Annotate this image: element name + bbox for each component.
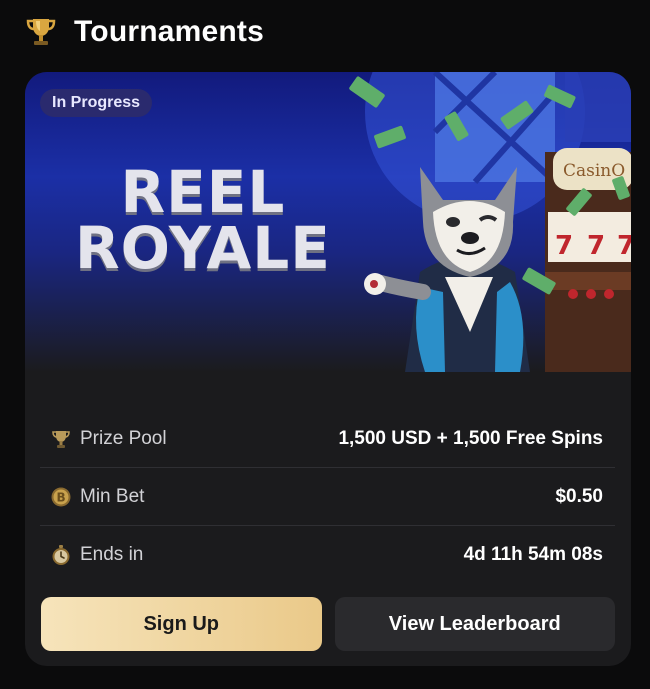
- detail-label: Ends in: [80, 543, 144, 565]
- bitcoin-coin-icon: B: [51, 487, 71, 506]
- detail-value: 1,500 USD + 1,500 Free Spins: [338, 427, 603, 449]
- svg-text:7: 7: [587, 231, 605, 261]
- detail-row-prize-pool: Prize Pool 1,500 USD + 1,500 Free Spins: [40, 410, 615, 468]
- machine-sign-text: CasinO: [563, 161, 625, 181]
- trophy-icon: [26, 19, 56, 45]
- status-badge: In Progress: [40, 89, 153, 117]
- svg-text:B: B: [57, 490, 66, 504]
- detail-value: $0.50: [555, 485, 603, 507]
- detail-row-ends-in: Ends in 4d 11h 54m 08s: [40, 526, 615, 583]
- title-line-1: REEL: [120, 158, 286, 226]
- svg-text:7: 7: [555, 231, 573, 261]
- card-actions: Sign Up View Leaderboard: [41, 597, 615, 651]
- detail-label: Prize Pool: [80, 427, 167, 449]
- sign-up-button[interactable]: Sign Up: [41, 597, 322, 651]
- detail-row-min-bet: B Min Bet $0.50: [40, 468, 615, 526]
- trophy-icon: [52, 430, 70, 448]
- page-title: Tournaments: [74, 15, 264, 48]
- view-leaderboard-button[interactable]: View Leaderboard: [334, 597, 615, 651]
- tournament-details: Prize Pool 1,500 USD + 1,500 Free Spins …: [40, 410, 615, 583]
- tournament-card[interactable]: CasinO 7 7 7 In Progress REEL ROYALE Pri…: [25, 72, 631, 666]
- svg-text:7: 7: [617, 231, 631, 261]
- stopwatch-icon: [52, 544, 70, 565]
- page-header: Tournaments: [24, 12, 264, 52]
- detail-value: 4d 11h 54m 08s: [463, 543, 603, 565]
- tournament-title: REEL ROYALE: [75, 158, 331, 282]
- title-line-2: ROYALE: [75, 214, 331, 282]
- detail-label: Min Bet: [80, 485, 145, 507]
- tournament-banner: CasinO 7 7 7 In Progress REEL ROYALE: [25, 72, 631, 372]
